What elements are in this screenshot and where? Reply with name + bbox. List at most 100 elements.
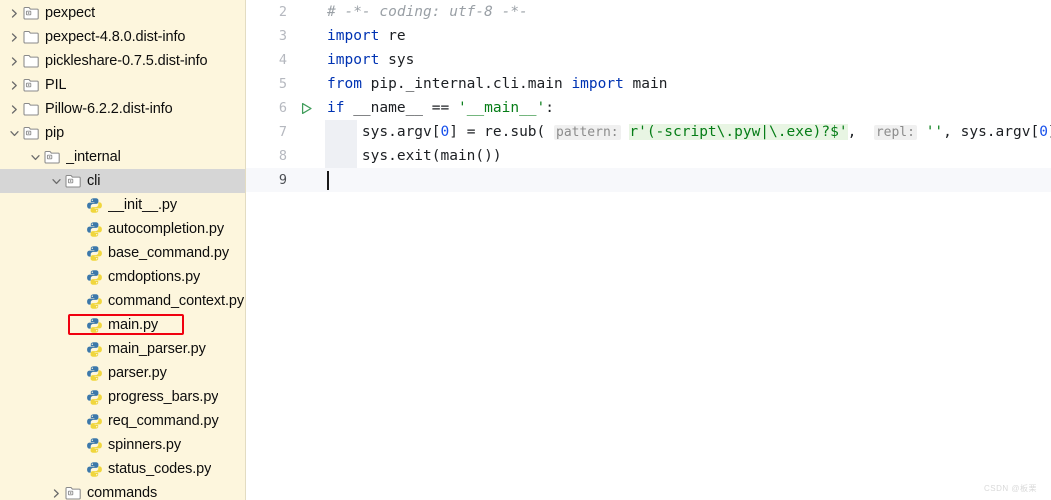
- tree-item-progress-bars-py[interactable]: progress_bars.py: [0, 385, 245, 409]
- tree-item-label: pexpect-4.8.0.dist-info: [45, 28, 186, 45]
- editor-gutter[interactable]: 4: [246, 48, 325, 72]
- tree-item-main-py[interactable]: main.py: [0, 313, 245, 337]
- tree-item-pillow-6-2-2-dist-info[interactable]: Pillow-6.2.2.dist-info: [0, 97, 245, 121]
- tree-item-internal[interactable]: _internal: [0, 145, 245, 169]
- chevron-down-icon[interactable]: [50, 175, 63, 188]
- code-token: '__main__': [457, 100, 546, 116]
- python-file-icon: [86, 461, 103, 478]
- tree-item-req-command-py[interactable]: req_command.py: [0, 409, 245, 433]
- line-number: 7: [278, 124, 287, 140]
- editor-gutter[interactable]: 6: [246, 96, 325, 120]
- code-token: sys.argv[: [327, 123, 441, 140]
- code-token: r'(-script\.pyw|\.exe)?$': [629, 123, 848, 140]
- code-token: 0: [440, 123, 450, 140]
- tree-item-label: req_command.py: [108, 412, 219, 429]
- python-file-icon: [86, 197, 103, 214]
- run-script-icon[interactable]: [291, 101, 321, 116]
- code-token: ] = re.sub(: [449, 123, 554, 140]
- chevron-right-icon[interactable]: [8, 103, 21, 116]
- code-text: # -*- coding: utf-8 -*-: [325, 0, 528, 24]
- line-number: 6: [278, 100, 287, 116]
- code-editor[interactable]: 2 # -*- coding: utf-8 -*- 3 import re 4 impor…: [246, 0, 1051, 500]
- tree-item-autocompletion-py[interactable]: autocompletion.py: [0, 217, 245, 241]
- code-token: re: [379, 28, 406, 44]
- code-token: __name__ ==: [344, 100, 458, 116]
- text-caret: [327, 171, 329, 190]
- code-line-4[interactable]: 4 import sys: [246, 48, 1051, 72]
- code-text: from pip._internal.cli.main import main: [325, 72, 667, 96]
- python-file-icon: [86, 365, 103, 382]
- editor-gutter[interactable]: 8: [246, 144, 325, 168]
- tree-item-cli[interactable]: cli: [0, 169, 245, 193]
- tree-item-spinners-py[interactable]: spinners.py: [0, 433, 245, 457]
- code-line-7[interactable]: 7 sys.argv[0] = re.sub( pattern: r'(-scr…: [246, 120, 1051, 144]
- editor-gutter[interactable]: 3: [246, 24, 325, 48]
- python-file-icon: [86, 221, 103, 238]
- line-number: 8: [278, 148, 287, 164]
- module-folder-icon: [65, 485, 82, 500]
- code-token: :: [545, 100, 555, 116]
- chevron-right-icon[interactable]: [8, 55, 21, 68]
- line-number: 4: [278, 52, 287, 68]
- tree-item-pexpect-4-8-0-dist-info[interactable]: pexpect-4.8.0.dist-info: [0, 25, 245, 49]
- code-line-6[interactable]: 6 if __name__ == '__main__':: [246, 96, 1051, 120]
- tree-item-label: commands: [87, 484, 158, 500]
- code-line-2[interactable]: 2 # -*- coding: utf-8 -*-: [246, 0, 1051, 24]
- editor-gutter[interactable]: 7: [246, 120, 325, 144]
- tree-item-main-parser-py[interactable]: main_parser.py: [0, 337, 245, 361]
- code-token: import: [327, 28, 380, 44]
- tree-item-label: parser.py: [108, 364, 167, 381]
- python-file-icon: [86, 437, 103, 454]
- module-folder-icon: [23, 5, 40, 22]
- tree-item-pip[interactable]: pip: [0, 121, 245, 145]
- code-token: , sys.argv[: [943, 123, 1040, 140]
- tree-item-command-context-py[interactable]: command_context.py: [0, 289, 245, 313]
- tree-item-status-codes-py[interactable]: status_codes.py: [0, 457, 245, 481]
- tree-item-cmdoptions-py[interactable]: cmdoptions.py: [0, 265, 245, 289]
- editor-gutter[interactable]: 9: [246, 168, 325, 192]
- python-file-icon: [86, 245, 103, 262]
- tree-item-label: base_command.py: [108, 244, 230, 261]
- ide-window: pexpect pexpect-4.8.0.dist-info pickleshar…: [0, 0, 1051, 500]
- code-line-3[interactable]: 3 import re: [246, 24, 1051, 48]
- code-token: repl:: [873, 124, 917, 140]
- line-number: 2: [278, 4, 287, 20]
- code-token: 0: [1039, 123, 1048, 140]
- code-token: import: [327, 52, 380, 68]
- project-tree[interactable]: pexpect pexpect-4.8.0.dist-info pickleshar…: [0, 0, 245, 500]
- tree-item-init-py[interactable]: __init__.py: [0, 193, 245, 217]
- tree-item-label: status_codes.py: [108, 460, 212, 477]
- tree-item-label: autocompletion.py: [108, 220, 224, 237]
- chevron-right-icon[interactable]: [8, 79, 21, 92]
- chevron-right-icon[interactable]: [8, 7, 21, 20]
- tree-item-pexpect[interactable]: pexpect: [0, 1, 245, 25]
- tree-item-label: command_context.py: [108, 292, 245, 309]
- tree-item-base-command-py[interactable]: base_command.py: [0, 241, 245, 265]
- tree-item-commands[interactable]: commands: [0, 481, 245, 500]
- code-text: if __name__ == '__main__':: [325, 96, 554, 120]
- tree-item-label: pexpect: [45, 4, 96, 21]
- code-token: '': [925, 123, 944, 140]
- folder-icon: [23, 29, 40, 46]
- code-line-9[interactable]: 9: [246, 168, 1051, 192]
- chevron-down-icon[interactable]: [29, 151, 42, 164]
- chevron-right-icon[interactable]: [8, 31, 21, 44]
- chevron-down-icon[interactable]: [8, 127, 21, 140]
- editor-gutter[interactable]: 2: [246, 0, 325, 24]
- code-line-5[interactable]: 5 from pip._internal.cli.main import main: [246, 72, 1051, 96]
- module-folder-icon: [44, 149, 61, 166]
- tree-item-pickleshare-0-7-5-dist-info[interactable]: pickleshare-0.7.5.dist-info: [0, 49, 245, 73]
- code-lines[interactable]: 2 # -*- coding: utf-8 -*- 3 import re 4 impor…: [246, 0, 1051, 192]
- tree-item-pil[interactable]: PIL: [0, 73, 245, 97]
- code-line-8[interactable]: 8 sys.exit(main()): [246, 144, 1051, 168]
- python-file-icon: [86, 389, 103, 406]
- editor-gutter[interactable]: 5: [246, 72, 325, 96]
- chevron-right-icon[interactable]: [50, 487, 63, 500]
- tree-item-label: progress_bars.py: [108, 388, 219, 405]
- code-token: sys.exit(main()): [327, 148, 502, 164]
- tree-item-label: __init__.py: [108, 196, 178, 213]
- tree-item-label: PIL: [45, 76, 67, 93]
- tree-item-parser-py[interactable]: parser.py: [0, 361, 245, 385]
- tree-item-label: spinners.py: [108, 436, 182, 453]
